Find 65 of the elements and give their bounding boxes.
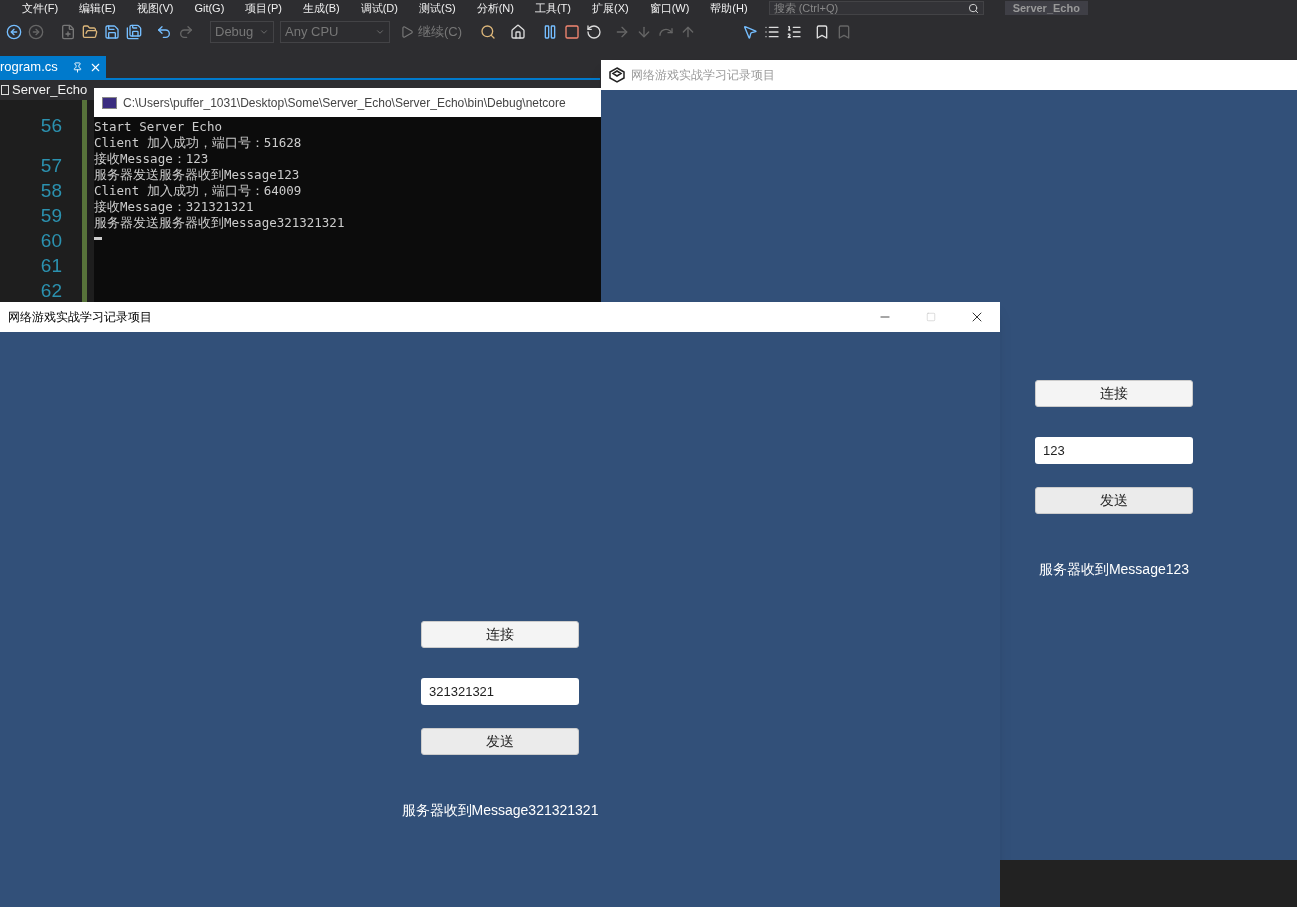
save-icon[interactable]: [104, 24, 120, 40]
cube-logo-icon: [609, 67, 625, 83]
solution-name: Server_Echo: [1004, 1, 1088, 15]
send-button[interactable]: 发送: [421, 728, 579, 755]
forward-icon[interactable]: [28, 24, 44, 40]
server-reply-text: 服务器收到Message321321321: [401, 801, 599, 820]
project-dropdown[interactable]: Server_Echo: [12, 80, 88, 100]
console-line: Start Server Echo: [94, 119, 223, 135]
console-line: Client 加入成功，端口号：64009: [94, 183, 303, 199]
line-number: 57: [40, 154, 62, 178]
menu-item[interactable]: Git(G): [194, 2, 225, 14]
server-reply-text: 服务器收到Message123: [1038, 560, 1190, 579]
line-number: 62: [40, 279, 62, 303]
window-title: C:\Users\puffer_1031\Desktop\Some\Server_Echo\Server_Echo\bin\Debug\netcore: [123, 94, 566, 112]
line-number: 60: [40, 229, 62, 253]
search-field[interactable]: 搜索 (Ctrl+Q): [768, 1, 984, 15]
window-title: 网络游戏实战学习记录项目: [8, 309, 152, 326]
restart-icon[interactable]: [586, 24, 603, 40]
menu-item[interactable]: 分析(N): [476, 2, 514, 14]
menu-item[interactable]: 帮助(H): [710, 2, 748, 14]
line-number: 56: [40, 114, 62, 138]
menu-item[interactable]: 生成(B): [303, 2, 340, 14]
send-button[interactable]: 发送: [1035, 487, 1193, 514]
menu-item[interactable]: 窗口(W): [649, 2, 690, 14]
numbered-list-icon[interactable]: [786, 24, 803, 40]
menu-item[interactable]: 项目(P): [245, 2, 282, 14]
menu-item[interactable]: 视图(V): [136, 2, 174, 14]
line-number: 59: [40, 204, 62, 228]
list-icon[interactable]: [764, 24, 781, 40]
menu-item[interactable]: 测试(S): [418, 2, 456, 14]
connect-button[interactable]: 连接: [1035, 380, 1193, 407]
message-field[interactable]: 123: [1035, 437, 1193, 464]
console-line: 接收Message：321321321: [94, 199, 255, 215]
line-number: 61: [40, 254, 62, 278]
connect-button[interactable]: 连接: [421, 621, 579, 648]
new-file-icon[interactable]: [60, 24, 76, 40]
editor-tab[interactable]: rogram.cs: [0, 56, 106, 78]
window-title: 网络游戏实战学习记录项目: [631, 67, 775, 84]
undo-icon[interactable]: [156, 24, 172, 40]
menu-item[interactable]: 文件(F): [22, 2, 59, 14]
play-icon: [400, 25, 414, 39]
search-icon: [967, 2, 979, 14]
search-icon[interactable]: [480, 24, 497, 40]
menu-item[interactable]: 编辑(E): [79, 2, 116, 14]
console-line: 服务器发送服务器收到Message321321321: [94, 215, 346, 231]
menu-item[interactable]: 工具(T): [534, 2, 571, 14]
pointer-icon[interactable]: [742, 24, 759, 40]
pin-icon[interactable]: [72, 61, 83, 73]
caret-icon: [375, 27, 385, 37]
console-line: 服务器发送服务器收到Message123: [94, 167, 301, 183]
save-all-icon[interactable]: [126, 24, 142, 40]
console-line: Client 加入成功，端口号：51628: [94, 135, 303, 151]
menu-item[interactable]: 扩展(X): [591, 2, 629, 14]
console-line: 接收Message：123: [94, 151, 210, 167]
stop-icon[interactable]: [564, 24, 581, 40]
cursor-icon: [94, 237, 102, 240]
message-field[interactable]: 321321321: [421, 678, 579, 705]
back-icon[interactable]: [6, 24, 22, 40]
project-icon: [1, 85, 9, 95]
menu-item[interactable]: 调试(D): [360, 2, 398, 14]
open-folder-icon[interactable]: [82, 24, 98, 40]
line-number: 58: [40, 179, 62, 203]
home-icon[interactable]: [510, 24, 527, 40]
caret-icon: [259, 27, 269, 37]
console-icon: [102, 96, 117, 109]
